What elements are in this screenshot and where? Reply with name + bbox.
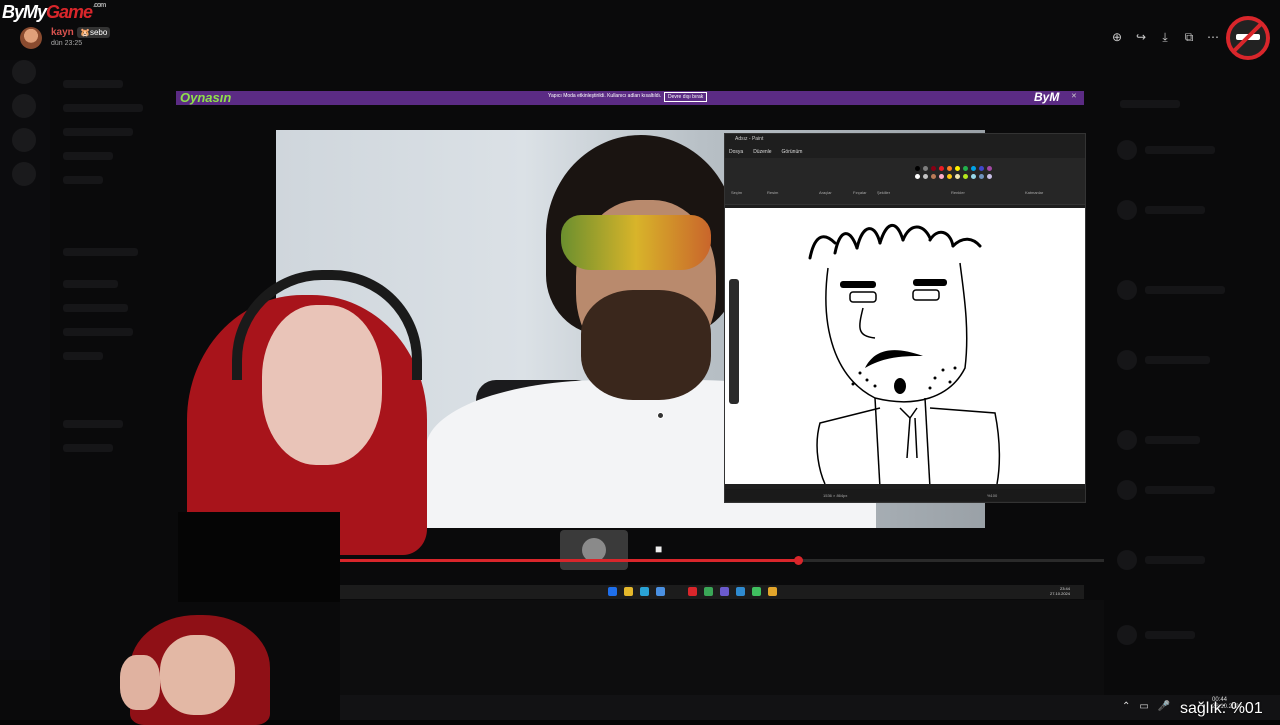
video-progress-bar[interactable] bbox=[340, 556, 1104, 565]
ribbon-selection[interactable]: Seçim bbox=[731, 190, 742, 195]
microphone-icon[interactable]: 🎤 bbox=[1158, 701, 1170, 712]
color-swatch[interactable] bbox=[947, 166, 952, 171]
color-swatch[interactable] bbox=[963, 166, 968, 171]
color-swatch[interactable] bbox=[931, 166, 936, 171]
paint-window[interactable]: Adsız - Paint Dosya Düzenle Görünüm Seçi… bbox=[724, 133, 1086, 503]
site-watermark-logo: ByMyGame.com bbox=[2, 2, 106, 22]
chevron-up-icon[interactable]: ⌃ bbox=[1122, 701, 1130, 712]
webcam-overlay-small bbox=[90, 610, 290, 725]
ribbon-colors[interactable]: Renkler bbox=[951, 190, 965, 195]
call-participant-tile[interactable] bbox=[560, 530, 628, 570]
ribbon-layers[interactable]: Katmanlar bbox=[1025, 190, 1043, 195]
taskbar-app-icon[interactable] bbox=[752, 587, 761, 596]
goggles bbox=[561, 215, 711, 270]
face-drawing bbox=[808, 223, 1001, 489]
zoom-level[interactable]: %100 bbox=[987, 493, 997, 498]
message-timestamp: dün 23:25 bbox=[51, 40, 83, 47]
open-external-icon[interactable]: ⧉ bbox=[1182, 30, 1196, 45]
color-swatch[interactable] bbox=[979, 174, 984, 179]
color-swatch[interactable] bbox=[923, 174, 928, 179]
mouse-cursor bbox=[657, 412, 664, 419]
disable-button[interactable]: Devre dışı bırak bbox=[664, 92, 708, 102]
ribbon: Seçim Resim Araçlar Fırçalar Şekiller Re… bbox=[725, 158, 1085, 205]
top-banner: Oynasın Yapıcı Moda etkinleştirildi. Kul… bbox=[176, 90, 1084, 105]
bymygame-logo: ByM bbox=[1034, 90, 1060, 104]
color-swatch[interactable] bbox=[923, 166, 928, 171]
color-swatch[interactable] bbox=[931, 174, 936, 179]
image-viewer-toolbar: ⊕ ↪ ⤓ ⧉ ⋯ bbox=[1110, 28, 1222, 46]
color-swatch[interactable] bbox=[955, 174, 960, 179]
menu-edit[interactable]: Düzenle bbox=[753, 149, 771, 155]
system-tray: ⌃ ▭ 🎤 bbox=[1122, 701, 1170, 712]
color-swatch[interactable] bbox=[979, 166, 984, 171]
color-swatch[interactable] bbox=[963, 174, 968, 179]
more-dots-icon[interactable]: ⋯ bbox=[1206, 30, 1220, 44]
avatar[interactable] bbox=[20, 27, 42, 49]
progress-fill bbox=[340, 559, 799, 562]
taskbar-app-icon[interactable] bbox=[656, 587, 665, 596]
windows-taskbar: 23:44 27.10.2024 bbox=[340, 585, 1084, 599]
taskbar-apps bbox=[608, 587, 777, 596]
color-swatch[interactable] bbox=[915, 166, 920, 171]
drawing-canvas[interactable] bbox=[725, 208, 1085, 489]
message-username[interactable]: kayn bbox=[51, 27, 74, 38]
member-list bbox=[1105, 80, 1280, 680]
health-indicator: sağlık: %01 bbox=[1180, 700, 1263, 717]
ribbon-tools[interactable]: Araçlar bbox=[819, 190, 832, 195]
face bbox=[262, 305, 382, 465]
status-bar: 1536 × 864px %100 bbox=[725, 489, 1085, 501]
no-smoking-icon bbox=[1226, 16, 1270, 60]
channel-list bbox=[55, 80, 175, 460]
menu-view[interactable]: Görünüm bbox=[782, 149, 803, 155]
hand bbox=[120, 655, 160, 710]
ribbon-brushes[interactable]: Fırçalar bbox=[853, 190, 867, 195]
color-palette bbox=[915, 166, 1015, 186]
color-swatch[interactable] bbox=[947, 174, 952, 179]
zoom-in-icon[interactable]: ⊕ bbox=[1110, 30, 1124, 44]
brush-size-slider[interactable] bbox=[729, 279, 739, 404]
close-icon[interactable]: ✕ bbox=[1071, 92, 1077, 100]
menu-file[interactable]: Dosya bbox=[729, 149, 743, 155]
color-swatch[interactable] bbox=[987, 174, 992, 179]
taskbar-app-icon[interactable] bbox=[640, 587, 649, 596]
taskbar-app-icon[interactable] bbox=[608, 587, 617, 596]
beard bbox=[581, 290, 711, 400]
ribbon-shapes[interactable]: Şekiller bbox=[877, 190, 890, 195]
ribbon-image[interactable]: Resim bbox=[767, 190, 778, 195]
black-overlay bbox=[178, 512, 340, 602]
monitor-icon[interactable]: ▭ bbox=[1139, 701, 1148, 712]
taskbar-app-icon[interactable] bbox=[720, 587, 729, 596]
role-tag: 🐹sebo bbox=[77, 27, 111, 38]
taskbar-app-icon[interactable] bbox=[704, 587, 713, 596]
color-swatch[interactable] bbox=[915, 174, 920, 179]
color-swatch[interactable] bbox=[939, 174, 944, 179]
face bbox=[160, 635, 235, 715]
server-rail bbox=[0, 60, 50, 660]
webcam-overlay-main bbox=[177, 265, 547, 555]
color-swatch[interactable] bbox=[971, 174, 976, 179]
download-icon[interactable]: ⤓ bbox=[1158, 30, 1172, 45]
color-swatch[interactable] bbox=[971, 166, 976, 171]
taskbar-app-icon[interactable] bbox=[624, 587, 633, 596]
banner-message: Yapıcı Moda etkinleştirildi. Kullanıcı a… bbox=[548, 93, 662, 99]
window-title: Adsız - Paint bbox=[735, 136, 764, 142]
menu-bar: Dosya Düzenle Görünüm bbox=[729, 149, 802, 155]
taskbar-app-icon[interactable] bbox=[736, 587, 745, 596]
oynasin-logo: Oynasın bbox=[180, 90, 232, 105]
color-swatch[interactable] bbox=[939, 166, 944, 171]
taskbar-app-icon[interactable] bbox=[768, 587, 777, 596]
taskbar-app-icon[interactable] bbox=[688, 587, 697, 596]
camera-icon[interactable]: ■ bbox=[655, 542, 677, 560]
chat-panel bbox=[340, 600, 1104, 695]
canvas-size: 1536 × 864px bbox=[823, 493, 848, 498]
share-arrow-icon[interactable]: ↪ bbox=[1134, 30, 1148, 44]
taskbar-clock: 23:44 27.10.2024 bbox=[1049, 586, 1070, 596]
color-swatch[interactable] bbox=[987, 166, 992, 171]
color-swatch[interactable] bbox=[955, 166, 960, 171]
taskbar-app-icon[interactable] bbox=[672, 587, 681, 596]
